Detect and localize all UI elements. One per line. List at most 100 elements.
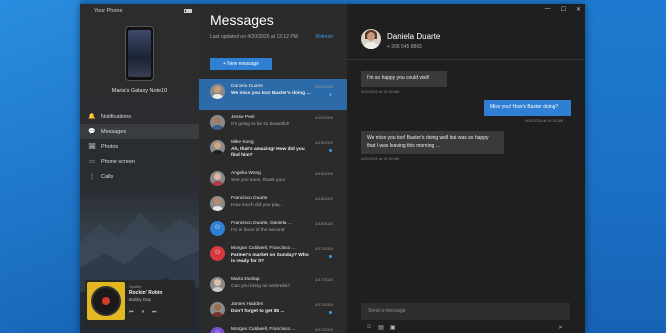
- battery-icon: [184, 9, 192, 13]
- media-player: Spotify Rockin' Robin Bobby Day ⏮ ⏸ ⏭: [85, 280, 195, 328]
- received-message: We miss you too! Baxter's doing well but…: [361, 131, 504, 154]
- conversation-item[interactable]: James Hadden 4/17/2020 Don't forget to get…: [199, 297, 347, 322]
- unread-dot-icon: [329, 311, 332, 314]
- conversation-item[interactable]: Jesse Peel 4/20/2020 It's going to be so b…: [199, 110, 347, 135]
- conversation-item[interactable]: Maria Dunlap 4/17/2020 Can you bring an um…: [199, 272, 347, 297]
- photos-icon: 🖼: [88, 144, 96, 150]
- conversation-preview: I'm in favor of the second: [231, 228, 285, 233]
- conversation-name: James Hadden: [231, 302, 264, 307]
- conversation-name: Morgan Caldwell, Francisco ...: [231, 246, 296, 251]
- chat-pane: — ☐ ✕ Daniela Duarte + 206 545 8865 I'm …: [347, 4, 585, 333]
- avatar: [210, 277, 225, 292]
- conversation-item[interactable]: Mike Kong 4/19/2020 Ah, that's amazing! Ho…: [199, 135, 347, 166]
- gif-icon[interactable]: ▤: [378, 324, 384, 331]
- nav-item-label: Messages: [101, 128, 127, 135]
- conversation-date: 4/17/2020: [315, 246, 333, 251]
- send-icon[interactable]: ➤: [558, 324, 563, 331]
- next-track-icon[interactable]: ⏭: [152, 309, 157, 315]
- conversation-name: Morgan Caldwell, Francisco ...: [231, 327, 296, 332]
- conversation-date: 4/18/2020: [315, 196, 333, 201]
- image-icon[interactable]: ▣: [390, 324, 396, 331]
- media-controls: ⏮ ⏸ ⏭: [129, 309, 157, 315]
- conversation-date: 4/18/2020: [315, 221, 333, 226]
- conversation-date: 4/19/2020: [315, 171, 333, 176]
- pause-icon[interactable]: ⏸: [142, 309, 145, 315]
- group-avatar-icon: ⚇: [210, 221, 225, 236]
- conversation-list: Daniela Duarte 4/20/2020 We miss you too! …: [199, 79, 347, 333]
- compose-toolbar: ☺ ▤ ▣: [366, 324, 395, 331]
- contact-name: Daniela Duarte: [387, 32, 441, 41]
- nav-menu: 🔔 Notifications 💬 Messages 🖼 Photos ▭ Phone scr…: [80, 109, 199, 184]
- conversation-preview: Ah, that's amazing! How did you find him…: [231, 147, 305, 159]
- conversation-date: 4/17/2020: [315, 327, 333, 332]
- minimize-icon[interactable]: —: [545, 6, 551, 13]
- refresh-link[interactable]: Refresh: [315, 34, 333, 40]
- nav-item-messages[interactable]: 💬 Messages: [80, 124, 199, 139]
- conversation-item[interactable]: Daniela Duarte 4/20/2020 We miss you too! …: [199, 79, 347, 110]
- conversation-preview: We miss you too! Baxter's doing ...: [231, 91, 311, 96]
- previous-track-icon[interactable]: ⏮: [129, 309, 134, 315]
- conversation-item[interactable]: Francisco Duarte 4/18/2020 How much did yo…: [199, 191, 347, 216]
- nav-item-notifications[interactable]: 🔔 Notifications: [80, 109, 199, 124]
- avatar: [210, 84, 225, 99]
- app-title: Your Phone: [94, 8, 123, 14]
- media-app-name: Spotify: [129, 284, 142, 289]
- message-timestamp: 4/20/2020 at 10:30 AM: [361, 90, 400, 94]
- received-message: I'm so happy you could visit!: [361, 71, 447, 87]
- media-song-title: Rockin' Robin: [129, 290, 163, 296]
- conversation-date: 4/20/2020: [315, 115, 333, 120]
- nav-item-label: Notifications: [101, 113, 131, 120]
- avatar: [210, 171, 225, 186]
- phone-image: [125, 26, 154, 81]
- conversation-date: 4/20/2020: [315, 84, 333, 89]
- calls-icon: ⋮: [89, 174, 95, 180]
- conversation-item[interactable]: ⚇ Francisco Duarte, Daniela ... 4/18/2020 I…: [199, 216, 347, 241]
- compose-input[interactable]: Send a message: [361, 303, 570, 320]
- conversation-name: Daniela Duarte: [231, 84, 263, 89]
- conversation-name: Maria Dunlap: [231, 277, 260, 282]
- contact-avatar: [361, 29, 381, 49]
- new-message-button[interactable]: + New message: [210, 58, 272, 70]
- desktop-background: [0, 0, 80, 333]
- nav-item-label: Phone screen: [101, 158, 135, 165]
- group-avatar-icon: ⚇: [210, 327, 225, 333]
- avatar: [210, 196, 225, 211]
- close-icon[interactable]: ✕: [576, 6, 581, 13]
- conversation-name: Mike Kong: [231, 140, 254, 145]
- conversation-preview: Can you bring an umbrella?: [231, 284, 290, 289]
- nav-item-calls[interactable]: ⋮ Calls: [80, 169, 199, 184]
- group-avatar-icon: ⚇: [210, 246, 225, 261]
- conversation-item[interactable]: Angelia Wong 4/19/2020 See you soon, thank…: [199, 166, 347, 191]
- conversation-pane: Messages Last updated on 4/20/2020 at 12…: [199, 4, 347, 333]
- conversation-name: Francisco Duarte: [231, 196, 268, 201]
- avatar: [210, 302, 225, 317]
- conversation-name: Angelia Wong: [231, 171, 261, 176]
- bell-icon: 🔔: [88, 114, 96, 120]
- nav-item-label: Photos: [101, 143, 119, 150]
- sent-message: Miss you! How's Baxter doing?: [484, 100, 571, 116]
- conversation-preview: Farmer's market on Sunday? Who is ready …: [231, 253, 309, 265]
- conversation-preview: See you soon, thank you!: [231, 178, 286, 183]
- message-icon: 💬: [88, 129, 96, 135]
- conversation-preview: Don't forget to get $5 ...: [231, 309, 285, 314]
- conversation-preview: It's going to be so beautiful!: [231, 122, 290, 127]
- conversation-item[interactable]: ⚇ Morgan Caldwell, Francisco ... 4/17/2020…: [199, 322, 347, 333]
- nav-item-photos[interactable]: 🖼 Photos: [80, 139, 199, 154]
- nav-item-label: Calls: [101, 173, 114, 180]
- divider: [347, 59, 585, 60]
- page-title: Messages: [210, 12, 274, 28]
- unread-dot-icon: [329, 149, 332, 152]
- maximize-icon[interactable]: ☐: [561, 6, 566, 13]
- conversation-item[interactable]: ⚇ Morgan Caldwell, Francisco ... 4/17/2020…: [199, 241, 347, 272]
- conversation-preview: How much did you pay...: [231, 203, 284, 208]
- conversation-date: 4/17/2020: [315, 302, 333, 307]
- message-timestamp: 4/20/2020 at 10:30 AM: [525, 119, 564, 123]
- nav-item-phone-screen[interactable]: ▭ Phone screen: [80, 154, 199, 169]
- unread-dot-icon: [329, 255, 332, 258]
- unread-dot-icon: [329, 93, 332, 96]
- media-artist: Bobby Day: [129, 297, 152, 302]
- window-controls: — ☐ ✕: [545, 6, 581, 13]
- contact-phone: + 206 545 8865: [387, 44, 422, 50]
- emoji-icon[interactable]: ☺: [366, 324, 372, 331]
- avatar: [210, 115, 225, 130]
